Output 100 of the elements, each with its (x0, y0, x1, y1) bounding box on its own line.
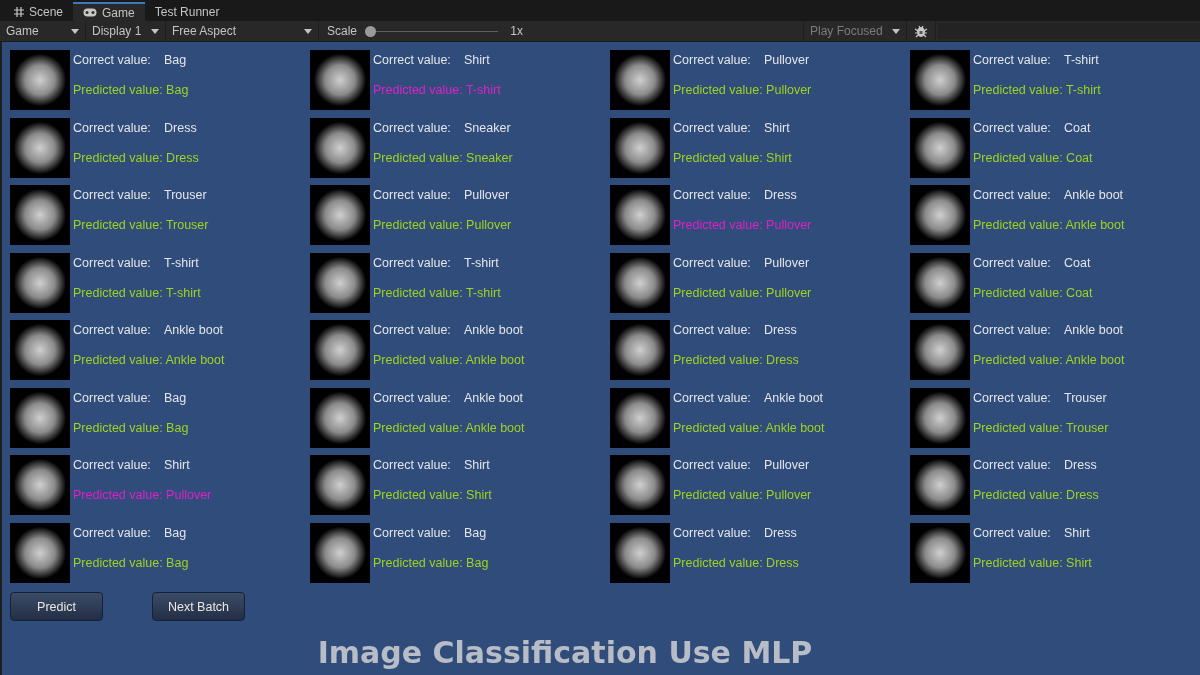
correct-label: Correct value: (973, 120, 1052, 137)
photo-placeholder (310, 185, 370, 245)
tab[interactable]: Scene (4, 2, 74, 21)
correct-label: Correct value: (673, 255, 752, 272)
correct-label: Correct value: (73, 188, 152, 204)
correct-value: Ankle boot (464, 323, 524, 339)
photo-placeholder (610, 50, 670, 110)
action-button[interactable]: Next Batch (152, 592, 245, 621)
bug-icon (914, 24, 928, 38)
correct-value: Pullover (764, 53, 810, 69)
correct-value: Ankle boot (764, 390, 824, 407)
correct-value: Dress (764, 188, 797, 204)
predicted-value: Predicted value: Ankle boot (973, 218, 1125, 232)
predicted-value: Predicted value: Shirt (973, 555, 1092, 570)
correct-value: Ankle boot (164, 323, 224, 339)
predicted-value: Predicted value: T-shirt (373, 83, 501, 97)
scale-value: 1x (510, 24, 523, 38)
grid-icon (14, 6, 24, 17)
correct-value: Coat (1064, 255, 1091, 272)
predicted-value: Predicted value: Pullover (673, 218, 812, 232)
predicted-value: Predicted value: Bag (73, 555, 189, 570)
correct-value: Bag (464, 525, 487, 542)
predicted-value: Predicted value: Trouser (73, 218, 209, 232)
predicted-value: Predicted value: Ankle boot (373, 420, 525, 435)
correct-value: Dress (1064, 458, 1097, 474)
predicted-value: Predicted value: Ankle boot (973, 353, 1125, 367)
photo-placeholder (610, 522, 670, 583)
predicted-value: Predicted value: Bag (73, 83, 189, 97)
predicted-value: Predicted value: T-shirt (73, 285, 201, 300)
correct-label: Correct value: (73, 120, 152, 137)
correct-label: Correct value: (373, 525, 452, 542)
correct-value: T-shirt (1064, 53, 1099, 69)
predicted-value: Predicted value: Pullover (73, 488, 212, 502)
correct-label: Correct value: (73, 53, 152, 69)
correct-value: Bag (164, 390, 187, 407)
correct-label: Correct value: (73, 255, 152, 272)
predicted-value: Predicted value: Bag (373, 555, 489, 570)
correct-label: Correct value: (973, 525, 1052, 542)
correct-value: Bag (164, 53, 187, 69)
dropdown[interactable]: Play Focused (803, 21, 907, 41)
caret-icon (304, 28, 312, 34)
predicted-value: Predicted value: Ankle boot (373, 353, 525, 367)
correct-label: Correct value: (973, 255, 1052, 272)
dropdown[interactable]: Display 1 (86, 21, 166, 41)
photo-placeholder (310, 522, 370, 583)
photo-placeholder (10, 387, 70, 448)
gamepad-icon (83, 8, 98, 17)
correct-label: Correct value: (973, 188, 1052, 204)
correct-label: Correct value: (73, 390, 152, 407)
predicted-value: Predicted value: Dress (673, 353, 799, 367)
predicted-value: Predicted value: Coat (973, 285, 1093, 300)
correct-label: Correct value: (73, 323, 152, 339)
photo-placeholder (10, 117, 70, 178)
predicted-value: Predicted value: Dress (73, 150, 199, 165)
scale-label: Scale (327, 24, 358, 38)
correct-value: T-shirt (164, 255, 199, 272)
photo-placeholder (610, 117, 670, 178)
action-button[interactable]: Predict (10, 592, 103, 621)
correct-value: Shirt (464, 53, 490, 69)
tab[interactable]: Game (73, 2, 145, 21)
predicted-value: Predicted value: Ankle boot (673, 420, 825, 435)
predicted-value: Predicted value: Pullover (673, 285, 812, 300)
correct-value: Ankle boot (464, 390, 524, 407)
photo-placeholder (610, 320, 670, 380)
predicted-value: Predicted value: Dress (973, 488, 1099, 502)
correct-value: Shirt (164, 458, 190, 474)
photo-placeholder (10, 522, 70, 583)
correct-value: Dress (764, 323, 797, 339)
photo-placeholder (310, 320, 370, 380)
photo-placeholder (610, 252, 670, 313)
correct-label: Correct value: (673, 525, 752, 542)
correct-value: Coat (1064, 120, 1091, 137)
predicted-value: Predicted value: Dress (673, 555, 799, 570)
app-title: Image Classification Use MLP (317, 635, 813, 670)
caret-icon (892, 28, 900, 34)
correct-value: Trouser (1064, 390, 1107, 407)
dropdown[interactable]: Free Aspect (166, 21, 319, 41)
tab[interactable]: Test Runner (144, 2, 230, 21)
correct-label: Correct value: (973, 458, 1052, 474)
correct-value: Bag (164, 525, 187, 542)
predicted-value: Predicted value: Pullover (673, 488, 812, 502)
photo-placeholder (310, 252, 370, 313)
photo-placeholder (610, 455, 670, 515)
photo-placeholder (10, 50, 70, 110)
photo-placeholder (910, 50, 970, 110)
correct-label: Correct value: (673, 390, 752, 407)
correct-value: Ankle boot (1064, 323, 1124, 339)
correct-label: Correct value: (373, 323, 452, 339)
photo-placeholder (910, 252, 970, 313)
correct-value: Pullover (764, 458, 810, 474)
correct-value: Ankle boot (1064, 188, 1124, 204)
photo-placeholder (910, 117, 970, 178)
scale-slider-thumb[interactable] (365, 25, 377, 37)
correct-label: Correct value: (973, 53, 1052, 69)
predicted-value: Predicted value: Shirt (373, 488, 492, 502)
correct-value: Trouser (164, 188, 207, 204)
correct-label: Correct value: (73, 458, 152, 474)
dropdown[interactable]: Game (0, 21, 86, 41)
photo-placeholder (310, 387, 370, 448)
photo-placeholder (10, 185, 70, 245)
